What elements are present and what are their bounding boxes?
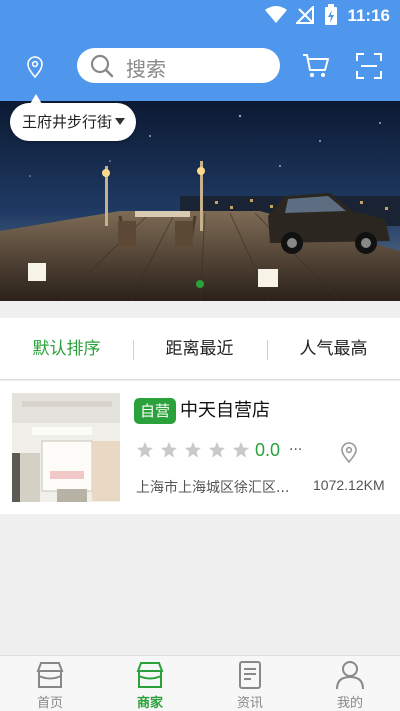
merchant-icon [136,662,164,688]
search-icon [90,54,114,78]
status-time: 11:16 [347,6,390,25]
rating-more: ... [289,438,303,454]
location-pin-icon[interactable] [25,56,45,78]
tab-default-sort[interactable]: 默认排序 [0,318,133,380]
nav-merchants[interactable]: 商家 [100,656,200,711]
signal-icon [296,6,314,24]
tab-nearest[interactable]: 距离最近 [133,318,266,380]
nav-profile[interactable]: 我的 [300,656,400,711]
shop-name: 中天自营店 [180,400,270,421]
shop-distance: 1072.12KM [313,477,385,493]
top-header: 11:16 搜索 [0,0,400,101]
shop-list-item[interactable]: 自营 中天自营店 0.0 ... 上海市上海城区徐汇区... 1072.12KM [0,381,400,514]
sort-tabs: 默认排序 距离最近 人气最高 [0,318,400,380]
star-icon [184,441,202,458]
home-store-icon [36,662,64,688]
city-label: 王府井步行街 [22,113,113,131]
self-operated-badge: 自营 [134,398,177,424]
star-icon [208,441,226,458]
search-input[interactable]: 搜索 [77,48,280,83]
scan-icon[interactable] [356,53,382,79]
city-selector[interactable]: 王府井步行街 [10,103,136,141]
shop-thumbnail [12,393,120,502]
nav-label: 我的 [336,696,363,711]
nav-label: 商家 [136,696,163,711]
status-bar: 11:16 [0,0,400,32]
rating-value: 0.0 [255,440,281,460]
profile-icon [336,661,364,690]
star-icon [160,441,178,458]
nav-home[interactable]: 首页 [0,656,100,711]
news-icon [239,661,261,689]
location-pin-icon[interactable] [340,442,358,464]
cart-icon[interactable] [302,53,330,79]
nav-label: 资讯 [236,696,263,711]
star-icon [232,441,250,458]
battery-charging-icon [325,4,337,25]
carousel-dot [196,280,204,288]
caret-down-icon [115,118,125,125]
nav-label: 首页 [36,696,63,711]
bottom-nav: 首页 商家 资讯 我的 [0,655,400,711]
wifi-icon [265,6,287,23]
star-icon [136,441,154,458]
nav-news[interactable]: 资讯 [200,656,300,711]
tab-most-popular[interactable]: 人气最高 [267,318,400,380]
search-placeholder: 搜索 [126,57,166,81]
shop-address: 上海市上海城区徐汇区... [136,480,290,496]
